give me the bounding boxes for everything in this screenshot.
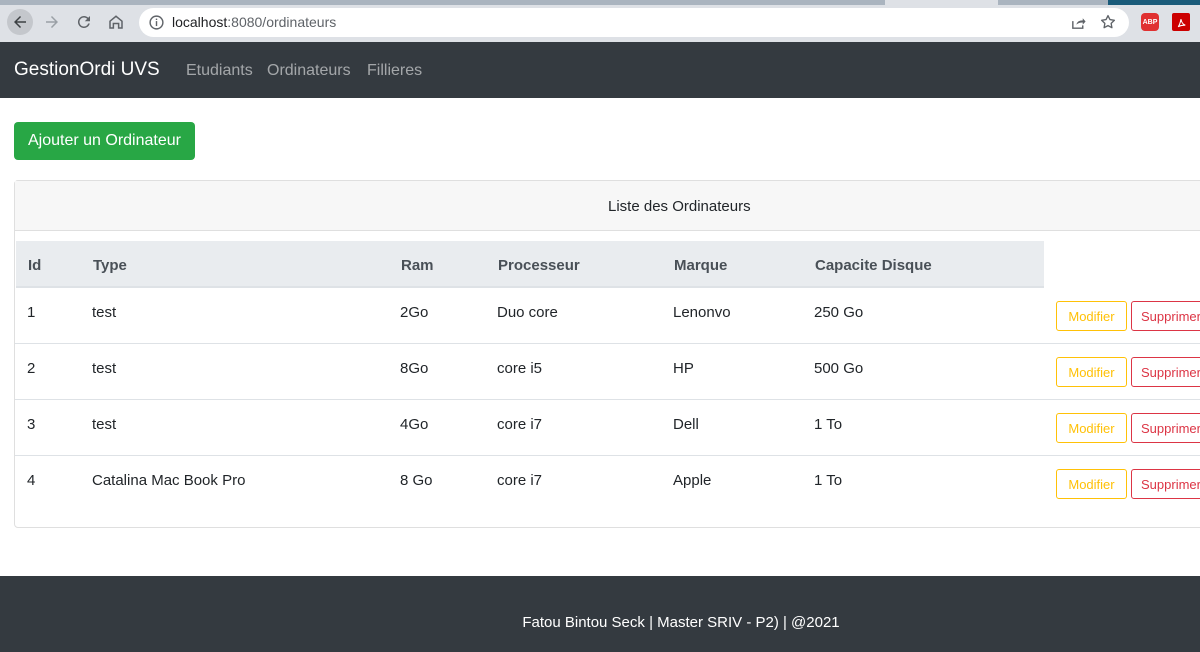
tab-strip: [998, 0, 1108, 5]
delete-button[interactable]: Supprimer: [1131, 357, 1200, 387]
cell-id: 2: [27, 360, 36, 377]
cell-type: test: [92, 360, 117, 377]
column-header-type: Type: [93, 257, 127, 274]
nav-link-ordinateurs[interactable]: Ordinateurs: [267, 62, 351, 80]
nav-link-fillieres[interactable]: Fillieres: [367, 62, 422, 80]
browser-toolbar: localhost:8080/ordinateurs ABP: [0, 0, 1200, 42]
adblock-extension-icon[interactable]: ABP: [1141, 13, 1159, 31]
modify-button[interactable]: Modifier: [1056, 301, 1127, 331]
share-icon[interactable]: [1070, 14, 1087, 31]
cell-ram: 8 Go: [400, 472, 433, 489]
url-text: localhost:8080/ordinateurs: [172, 14, 336, 30]
url-host: localhost: [172, 14, 228, 30]
column-header-capacite: Capacite Disque: [815, 257, 932, 274]
row-divider: [15, 399, 1200, 400]
cell-id: 1: [27, 304, 36, 321]
cell-id: 3: [27, 416, 36, 433]
url-path: :8080/ordinateurs: [227, 14, 337, 30]
delete-button[interactable]: Supprimer: [1131, 301, 1200, 331]
row-divider: [15, 455, 1200, 456]
card-title: Liste des Ordinateurs: [608, 198, 751, 215]
computers-card: Liste des Ordinateurs Id Type Ram Proces…: [14, 180, 1200, 528]
cell-capacite: 250 Go: [814, 304, 864, 321]
tab-strip: [1108, 0, 1200, 5]
column-header-ram: Ram: [401, 257, 434, 274]
pdf-extension-icon[interactable]: [1172, 13, 1190, 31]
cell-processeur: core i5: [497, 360, 543, 377]
cell-marque: Lenonvo: [673, 304, 731, 321]
back-icon[interactable]: [7, 9, 33, 35]
footer-text: Fatou Bintou Seck | Master SRIV - P2) | …: [522, 614, 840, 631]
cell-processeur: core i7: [497, 472, 543, 489]
bookmark-star-icon[interactable]: [1099, 13, 1117, 31]
add-computer-button[interactable]: Ajouter un Ordinateur: [14, 122, 195, 160]
row-divider: [15, 343, 1200, 344]
delete-button[interactable]: Supprimer: [1131, 413, 1200, 443]
column-header-marque: Marque: [674, 257, 728, 274]
column-header-id: Id: [28, 257, 42, 274]
cell-capacite: 1 To: [814, 416, 843, 433]
cell-ram: 4Go: [400, 416, 429, 433]
table-header: Id Type Ram Processeur Marque Capacite D…: [16, 241, 1044, 288]
cell-ram: 2Go: [400, 304, 429, 321]
app-navbar: GestionOrdi UVS Etudiants Ordinateurs Fi…: [0, 42, 1200, 98]
cell-capacite: 1 To: [814, 472, 843, 489]
nav-link-etudiants[interactable]: Etudiants: [186, 62, 253, 80]
cell-type: Catalina Mac Book Pro: [92, 472, 246, 489]
modify-button[interactable]: Modifier: [1056, 413, 1127, 443]
reload-icon[interactable]: [71, 9, 97, 35]
cell-type: test: [92, 416, 117, 433]
delete-button[interactable]: Supprimer: [1131, 469, 1200, 499]
modify-button[interactable]: Modifier: [1056, 357, 1127, 387]
modify-button[interactable]: Modifier: [1056, 469, 1127, 499]
cell-ram: 8Go: [400, 360, 429, 377]
cell-marque: HP: [673, 360, 694, 377]
cell-processeur: Duo core: [497, 304, 558, 321]
address-bar[interactable]: localhost:8080/ordinateurs: [139, 8, 1129, 37]
card-header: Liste des Ordinateurs: [15, 181, 1200, 231]
cell-marque: Dell: [673, 416, 699, 433]
cell-capacite: 500 Go: [814, 360, 864, 377]
cell-id: 4: [27, 472, 36, 489]
info-icon[interactable]: [148, 14, 165, 31]
column-header-processeur: Processeur: [498, 257, 580, 274]
page-footer: Fatou Bintou Seck | Master SRIV - P2) | …: [0, 576, 1200, 652]
tab-strip: [0, 0, 885, 5]
cell-marque: Apple: [673, 472, 712, 489]
forward-icon[interactable]: [39, 9, 65, 35]
cell-type: test: [92, 304, 117, 321]
navbar-brand[interactable]: GestionOrdi UVS: [14, 59, 160, 81]
cell-processeur: core i7: [497, 416, 543, 433]
home-icon[interactable]: [103, 9, 129, 35]
